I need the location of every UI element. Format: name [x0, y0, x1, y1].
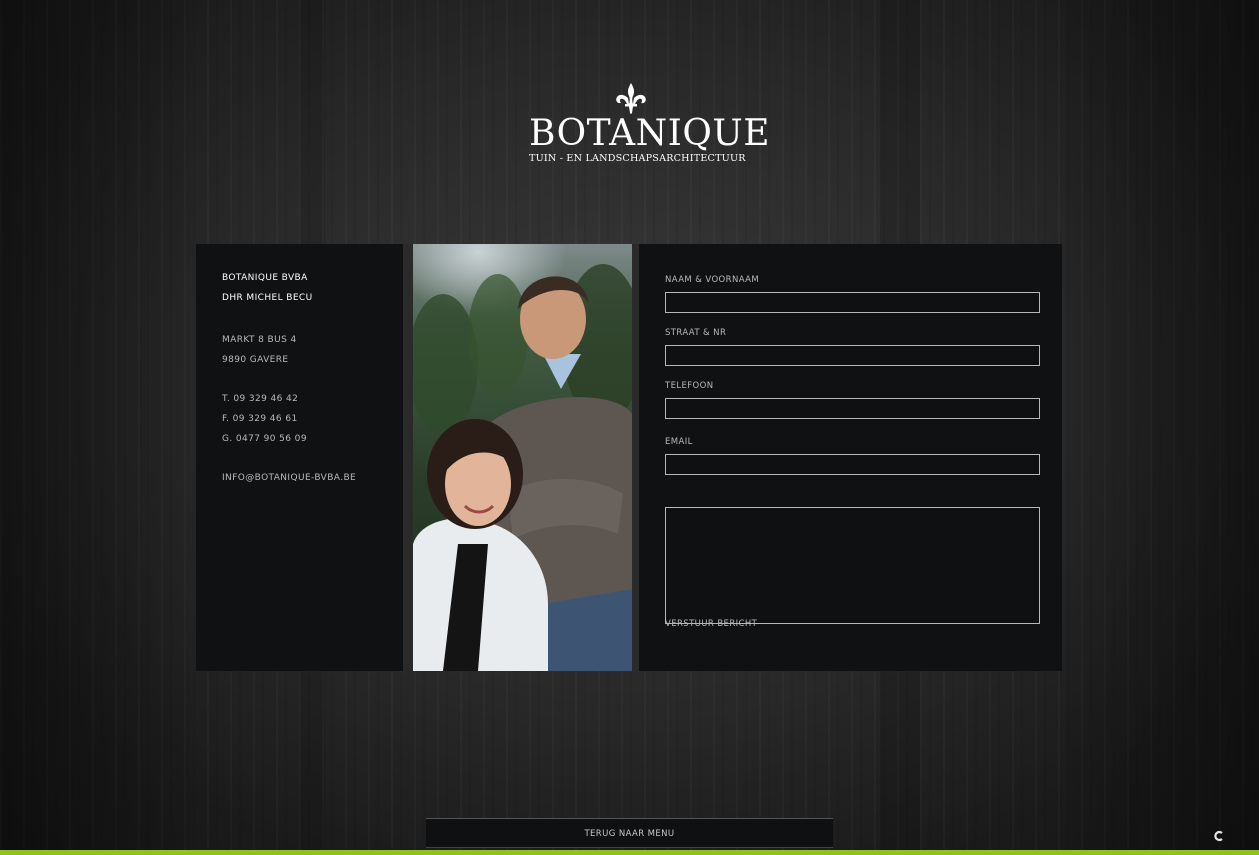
address-street: MARKT 8 BUS 4 [222, 335, 297, 345]
name-field[interactable] [665, 292, 1040, 313]
brand-tagline: TUIN - EN LANDSCHAPSARCHITECTUUR [529, 153, 746, 164]
fleur-de-lis-icon [616, 83, 646, 114]
street-label: STRAAT & NR [665, 328, 727, 338]
contact-form: NAAM & VOORNAAM STRAAT & NR TELEFOON EMA… [665, 274, 1041, 624]
mobile-number: G. 0477 90 56 09 [222, 434, 307, 444]
name-label: NAAM & VOORNAAM [665, 275, 760, 285]
wood-texture-right [1065, 0, 1259, 855]
contact-person: DHR MICHEL BECU [222, 293, 313, 303]
wood-texture-left [0, 0, 190, 855]
phone-field[interactable] [665, 398, 1040, 419]
email-link[interactable]: INFO@BOTANIQUE-BVBA.BE [222, 472, 356, 492]
photo-frame [403, 244, 639, 671]
street-field[interactable] [665, 345, 1040, 366]
contact-form-panel: NAAM & VOORNAAM STRAAT & NR TELEFOON EMA… [639, 244, 1062, 671]
back-to-menu-button[interactable]: TERUG NAAR MENU [426, 818, 833, 848]
brand-name: BOTANIQUE [529, 113, 771, 154]
spinner-icon [1214, 830, 1223, 842]
phone-label: TELEFOON [665, 381, 714, 391]
accent-strip [0, 850, 1259, 855]
email-field[interactable] [665, 454, 1040, 475]
send-message-button[interactable]: VERSTUUR BERICHT [665, 619, 757, 629]
message-field[interactable] [665, 507, 1040, 624]
contact-info: BOTANIQUE BVBA DHR MICHEL BECU MARKT 8 B… [222, 272, 356, 492]
address-city: 9890 GAVERE [222, 355, 289, 365]
company-name: BOTANIQUE BVBA [222, 273, 308, 283]
contact-info-panel: BOTANIQUE BVBA DHR MICHEL BECU MARKT 8 B… [196, 244, 403, 671]
fax-number: F. 09 329 46 61 [222, 414, 298, 424]
phone-number: T. 09 329 46 42 [222, 394, 299, 404]
brand-logo[interactable]: BOTANIQUE TUIN - EN LANDSCHAPSARCHITECTU… [529, 82, 771, 172]
team-photo [413, 244, 632, 671]
email-label: EMAIL [665, 437, 693, 447]
